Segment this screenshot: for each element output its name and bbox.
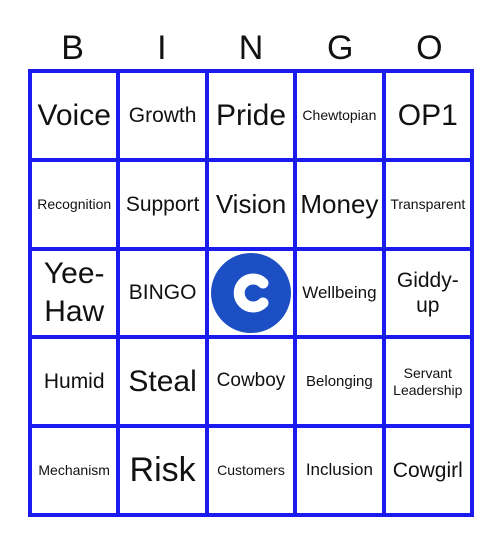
header-letter-n: N bbox=[238, 29, 264, 67]
bingo-cell[interactable]: Yee-Haw bbox=[30, 248, 119, 338]
bingo-cell[interactable]: Risk bbox=[118, 426, 207, 515]
bingo-cell[interactable]: Support bbox=[118, 159, 207, 249]
bingo-cell[interactable]: Wellbeing bbox=[295, 248, 384, 338]
bingo-cell[interactable]: Transparent bbox=[383, 159, 472, 249]
bingo-cell[interactable]: Cowgirl bbox=[383, 426, 472, 515]
bingo-cell[interactable]: Humid bbox=[30, 337, 119, 427]
free-space-cell[interactable] bbox=[206, 248, 296, 338]
bingo-cell[interactable]: Customers bbox=[206, 426, 296, 515]
bingo-cell[interactable]: Recognition bbox=[30, 159, 119, 249]
bingo-cell[interactable]: Mechanism bbox=[30, 426, 119, 515]
bingo-cell[interactable]: Pride bbox=[206, 71, 296, 160]
bingo-cell[interactable]: Giddy-up bbox=[383, 248, 472, 338]
bingo-cell[interactable]: OP1 bbox=[383, 71, 472, 160]
header-letter-b: B bbox=[61, 29, 84, 67]
bingo-cell[interactable]: Growth bbox=[118, 71, 207, 160]
bingo-cell[interactable]: BINGO bbox=[118, 248, 207, 338]
company-logo-c-icon bbox=[210, 252, 291, 333]
bingo-cell[interactable]: Cowboy bbox=[206, 337, 296, 427]
bingo-cell[interactable]: Steal bbox=[118, 337, 207, 427]
bingo-cell[interactable]: Servant Leadership bbox=[383, 337, 472, 427]
bingo-card: Voice Growth Pride Chewtopian OP1 Recogn… bbox=[28, 69, 474, 517]
bingo-cell[interactable]: Inclusion bbox=[295, 426, 384, 515]
bingo-cell[interactable]: Vision bbox=[206, 159, 296, 249]
header-letter-o: O bbox=[416, 29, 443, 67]
bingo-cell[interactable]: Voice bbox=[30, 71, 119, 160]
header-letter-i: I bbox=[157, 29, 167, 67]
header-letter-g: G bbox=[326, 29, 354, 67]
bingo-header: B I N G O bbox=[28, 26, 474, 70]
bingo-cell[interactable]: Chewtopian bbox=[295, 71, 384, 160]
bingo-cell[interactable]: Money bbox=[295, 159, 384, 249]
bingo-cell[interactable]: Belonging bbox=[295, 337, 384, 427]
